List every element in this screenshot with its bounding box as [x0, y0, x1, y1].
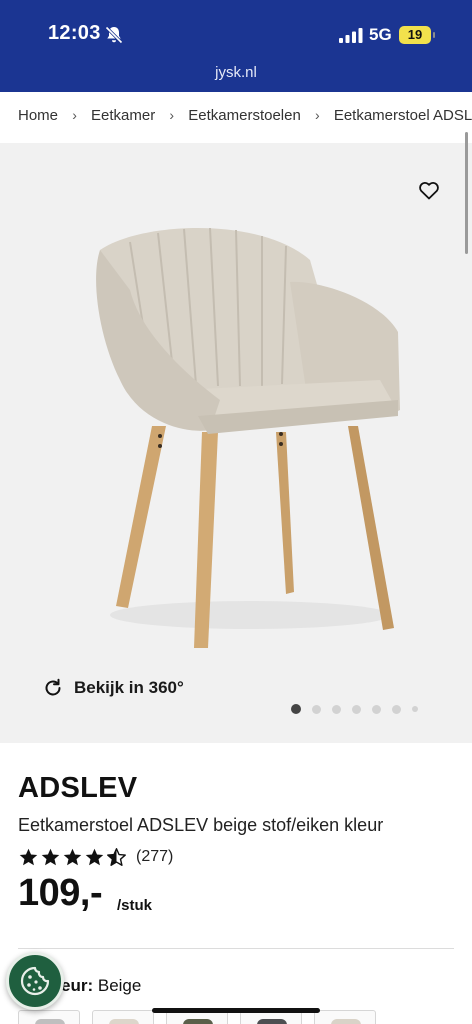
breadcrumb-home[interactable]: Home	[18, 107, 58, 124]
star-full-icon	[85, 848, 104, 865]
gallery-dot-2[interactable]	[312, 704, 321, 714]
breadcrumb-eetkamerstoelen[interactable]: Eetkamerstoelen	[188, 107, 301, 124]
gallery-dot-1[interactable]	[291, 704, 301, 714]
product-price: 109,-	[18, 872, 103, 914]
product-rating[interactable]: (277)	[18, 846, 173, 868]
breadcrumb: Home › Eetkamer › Eetkamerstoelen › Eetk…	[18, 106, 472, 130]
divider	[18, 948, 454, 949]
url-bar[interactable]: jysk.nl	[0, 64, 472, 81]
colour-swatch-5[interactable]	[314, 1010, 376, 1024]
gallery-pagination[interactable]	[291, 704, 429, 714]
gallery-dot-4[interactable]	[352, 704, 361, 714]
bell-slash-icon	[105, 26, 123, 44]
cookie-icon	[20, 966, 50, 996]
chevron-right-icon: ›	[72, 107, 77, 124]
clock: 12:03	[48, 22, 101, 44]
rotate-icon	[45, 678, 61, 696]
star-full-icon	[41, 848, 60, 865]
price-unit: /stuk	[117, 897, 153, 914]
chevron-right-icon: ›	[314, 107, 320, 124]
colour-value: Beige	[97, 976, 142, 995]
browser-header: 12:03 5G 19 jysk.nl	[0, 0, 472, 92]
status-bar: 12:03 5G 19	[0, 0, 472, 60]
heart-icon[interactable]	[417, 178, 441, 202]
page-scrollbar[interactable]	[465, 132, 468, 254]
gallery-dot-7[interactable]	[412, 706, 418, 712]
star-full-icon	[63, 848, 82, 865]
breadcrumb-eetkamer[interactable]: Eetkamer	[91, 107, 155, 124]
colour-swatch-2[interactable]	[92, 1010, 154, 1024]
rating-count[interactable]: (277)	[136, 848, 173, 866]
view-360-button[interactable]: Bekijk in 360°	[42, 676, 184, 700]
gallery-dot-6[interactable]	[392, 704, 401, 714]
star-full-icon	[19, 848, 38, 865]
star-half-icon	[107, 847, 126, 866]
product-title: Eetkamerstoel ADSLEV beige stof/eiken kl…	[18, 815, 384, 835]
product-image-chair[interactable]	[80, 220, 410, 660]
view-360-label: Bekijk in 360°	[74, 678, 184, 697]
network-type: 5G	[369, 25, 392, 44]
home-indicator[interactable]	[152, 1008, 320, 1013]
breadcrumb-current: Eetkamerstoel ADSLEV	[333, 106, 472, 124]
product-brand: ADSLEV	[18, 772, 138, 804]
colour-swatch-1[interactable]	[18, 1010, 80, 1024]
gallery-dot-5[interactable]	[372, 704, 381, 714]
cookie-settings-button[interactable]	[6, 952, 64, 1010]
battery-indicator: 19	[399, 26, 435, 44]
chevron-right-icon: ›	[169, 107, 175, 124]
rating-stars	[18, 847, 128, 868]
gallery-dot-3[interactable]	[332, 704, 341, 714]
signal-icon	[339, 28, 363, 43]
